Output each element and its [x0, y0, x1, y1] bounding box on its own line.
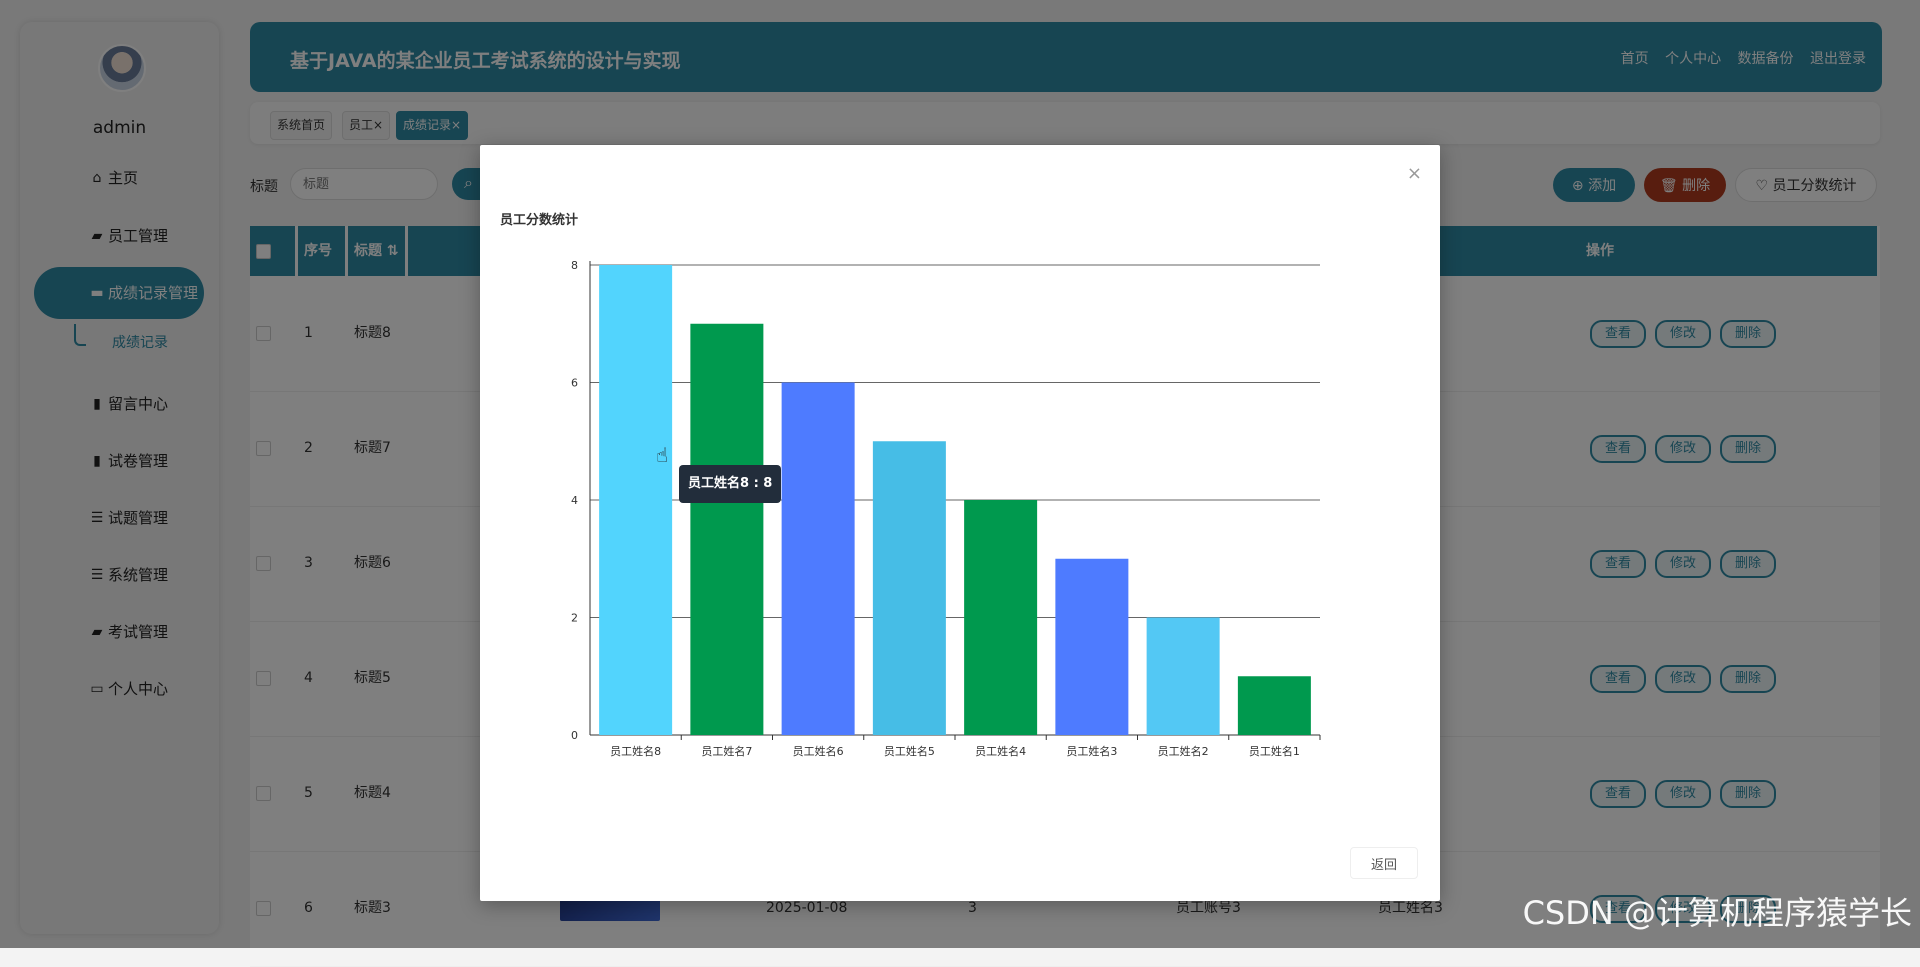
x-tick-label: 员工姓名2: [1158, 744, 1209, 758]
bar: [599, 265, 673, 735]
watermark: CSDN @计算机程序猿学长: [1522, 894, 1912, 932]
y-tick-label: 2: [571, 612, 578, 625]
bar: [1237, 676, 1311, 735]
x-tick-label: 员工姓名3: [1066, 744, 1117, 758]
y-tick-label: 8: [571, 259, 578, 272]
x-tick-label: 员工姓名4: [975, 744, 1026, 758]
bar: [690, 323, 764, 735]
x-tick-label: 员工姓名7: [701, 744, 752, 758]
bar: [1055, 558, 1129, 735]
bar: [872, 441, 946, 735]
bar: [781, 382, 855, 735]
x-tick-label: 员工姓名6: [793, 744, 844, 758]
back-button[interactable]: 返回: [1350, 847, 1418, 879]
hand-cursor-icon: ☝: [656, 443, 669, 467]
chart-tooltip: 员工姓名8 : 8: [679, 465, 782, 503]
bar-chart: 0 2 4 6 8 员工姓名8 员工姓名7 员工姓名6 员工姓名5 员工姓名4 员工姓名3 员工姓名2…: [571, 259, 1321, 758]
x-tick-label: 员工姓名8: [610, 744, 661, 758]
y-tick-label: 4: [571, 494, 578, 507]
y-tick-label: 0: [571, 729, 578, 742]
score-stat-dialog: × 员工分数统计 0 2 4 6 8 员工姓名8 员工姓名7 员工姓名6 员工姓名5 员工姓名4 员…: [480, 145, 1440, 901]
x-tick-label: 员工姓名5: [884, 744, 935, 758]
bar: [1146, 617, 1220, 735]
x-tick-label: 员工姓名1: [1249, 744, 1300, 758]
bar: [964, 500, 1038, 735]
y-tick-label: 6: [571, 377, 578, 390]
